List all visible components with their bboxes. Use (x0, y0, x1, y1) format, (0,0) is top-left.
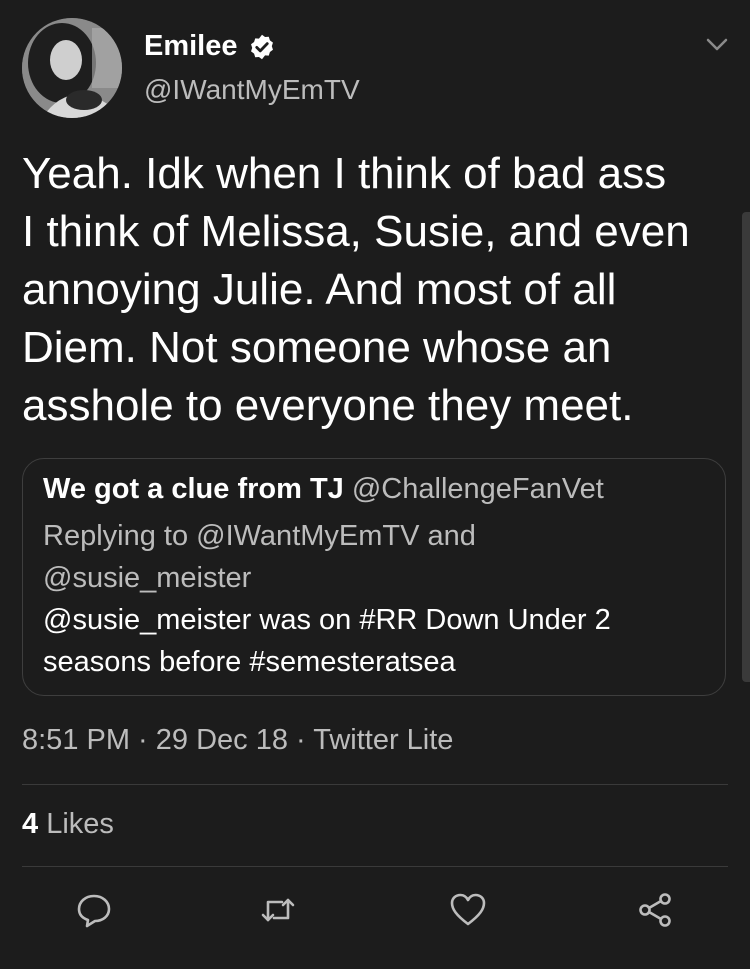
quoted-tweet-display-name: We got a clue from TJ (43, 473, 344, 505)
quoted-tweet-text: @susie_meister was on #RR Down Under 2 s… (43, 604, 611, 678)
verified-badge-icon (250, 34, 273, 59)
share-icon[interactable] (636, 890, 676, 930)
author-handle[interactable]: @IWantMyEmTV (144, 74, 360, 106)
scrollbar[interactable] (742, 212, 750, 682)
likes-stat[interactable]: 4 Likes (22, 808, 114, 841)
likes-label: Likes (46, 808, 114, 840)
divider (22, 866, 728, 867)
tweet-text: Yeah. Idk when I think of bad ass I thin… (22, 149, 690, 430)
quoted-tweet-replying-to: Replying to @IWantMyEmTV and @susie_meis… (43, 520, 476, 594)
chevron-down-icon[interactable] (704, 36, 730, 54)
quoted-tweet-handle: @ChallengeFanVet (351, 473, 604, 505)
quoted-tweet-header: We got a clue from TJ @ChallengeFanVet (43, 473, 604, 506)
tweet-timestamp: 8:51 PM · 29 Dec 18 · Twitter Lite (22, 724, 454, 756)
tweet-detail: Emilee @IWantMyEmTV Yeah. Idk when I thi… (0, 0, 750, 969)
retweet-icon[interactable] (258, 890, 298, 930)
avatar[interactable] (22, 18, 122, 118)
author-name-row: Emilee (144, 30, 276, 63)
reply-icon[interactable] (74, 890, 114, 930)
author-display-name[interactable]: Emilee (144, 30, 238, 63)
divider (22, 784, 728, 785)
heart-icon[interactable] (448, 890, 488, 930)
likes-count: 4 (22, 808, 39, 840)
avatar-image (22, 18, 122, 118)
quoted-tweet[interactable]: We got a clue from TJ @ChallengeFanVet R… (22, 458, 726, 696)
